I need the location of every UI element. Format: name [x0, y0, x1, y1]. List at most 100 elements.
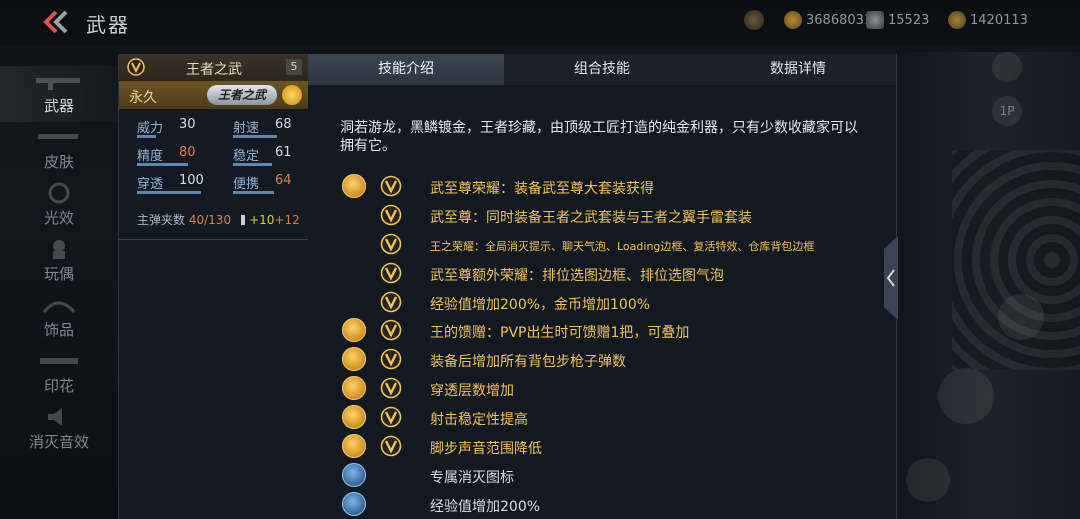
weapon-card-header: 王者之武 5 — [119, 54, 308, 81]
weapon-level: 5 — [286, 59, 302, 75]
nav-item-label: 皮肤 — [43, 153, 74, 171]
vip-v-icon — [380, 348, 402, 370]
skill-row: 装备后增加所有背包步枪子弹数 — [308, 347, 896, 373]
ammo-label: 主弹夹数 — [137, 213, 186, 227]
fire-button[interactable] — [938, 368, 994, 424]
skill-text: 专属消灭图标 — [430, 470, 514, 486]
detail-panel: 技能介绍 组合技能 数据详情 洞若游龙，黑鳞镀金，王者珍藏，由顶级工匠打造的纯金… — [308, 54, 897, 519]
weapon-ownership: 永久 王者之武 — [119, 81, 308, 109]
collapse-panel-handle[interactable] — [884, 236, 898, 320]
nav-item-label: 印花 — [43, 377, 74, 395]
dpad-icon[interactable] — [992, 52, 1022, 82]
skill-text: 脚步声音范围降低 — [430, 441, 542, 457]
stat-label: 精度 — [137, 149, 164, 164]
reload-button[interactable] — [906, 458, 950, 502]
nav-item-doll[interactable]: 玩偶 — [0, 234, 118, 290]
nav-item-decal[interactable]: 印花 — [0, 346, 118, 402]
skill-text: 射击稳定性提高 — [430, 412, 528, 428]
vip-v-icon — [380, 435, 402, 457]
stat-5: 便携 64 — [233, 173, 292, 194]
stat-value: 64 — [275, 173, 292, 188]
stat-bar — [233, 163, 272, 166]
weapon-description: 洞若游龙，黑鳞镀金，王者珍藏，由顶级工匠打造的纯金利器，只有少数收藏家可以拥有它… — [340, 120, 858, 154]
currency-gold-value: 36868031 — [806, 12, 873, 28]
nav-item-ornament[interactable]: 饰品 — [0, 290, 118, 346]
hud-orb-icon — [744, 10, 764, 30]
decal-icon — [40, 358, 78, 364]
nav-item-weapon[interactable]: 武器 — [0, 66, 118, 122]
vip-v-icon — [380, 175, 402, 197]
skill-row: 王的馈赠：PVP出生时可馈赠1把，可叠加 — [308, 318, 896, 344]
rank-wings-icon — [866, 11, 884, 29]
currency-gold: 36868031 — [784, 11, 872, 29]
currency-rank: 15523 — [866, 11, 929, 29]
footstep-icon — [342, 434, 366, 458]
chevron-left-icon — [886, 269, 895, 287]
skill-row: 王之荣耀：全局消灭提示、聊天气泡、Loading边框、复活特效、仓库背包边框 — [308, 232, 896, 258]
weapon-stats: 威力 30 射速 68 精度 80 稳定 61 穿透 100 便携 64 主弹夹数 40/130 +10+… — [119, 109, 308, 240]
stat-value: 80 — [179, 145, 196, 160]
skill-text: 经验值增加200%，金币增加100% — [430, 297, 651, 313]
page-title: 武器 — [86, 13, 130, 37]
ornament-icon — [42, 301, 76, 313]
skill-text: 武至尊：同时装备王者之武套装与王者之翼手雷套装 — [430, 210, 752, 226]
skill-row: 经验值增加200%，金币增加100% — [308, 290, 896, 316]
gold-coin-icon — [784, 11, 802, 29]
skill-text: 王之荣耀：全局消灭提示、聊天气泡、Loading边框、复活特效、仓库背包边框 — [430, 240, 815, 253]
stat-2: 精度 80 — [137, 145, 196, 166]
vip-v-icon — [127, 58, 145, 76]
tab-skill-intro[interactable]: 技能介绍 — [308, 54, 504, 85]
currency-medal-value: 1420113 — [970, 12, 1028, 28]
nav-item-skin[interactable]: 皮肤 — [0, 122, 118, 178]
tab-combo-skill[interactable]: 组合技能 — [504, 54, 700, 85]
skill-text: 武至尊额外荣耀：排位选图边框、排位选图气泡 — [430, 268, 724, 284]
exp-icon — [342, 492, 366, 516]
stability-icon — [342, 405, 366, 429]
stat-label: 穿透 — [137, 177, 164, 192]
category-nav: 武器 皮肤 光效 玩偶 饰品 印花 消灭音效 — [0, 52, 118, 519]
stat-bar — [137, 163, 188, 166]
skill-text: 王的馈赠：PVP出生时可馈赠1把，可叠加 — [430, 325, 690, 341]
detail-tabs: 技能介绍 组合技能 数据详情 — [308, 54, 896, 85]
skill-row: 穿透层数增加 — [308, 376, 896, 402]
medal-icon — [948, 11, 966, 29]
tab-data-details[interactable]: 数据详情 — [700, 54, 896, 85]
jump-button[interactable] — [998, 294, 1044, 340]
vip-v-icon — [380, 377, 402, 399]
stat-bar — [233, 135, 277, 138]
stat-value: 61 — [275, 145, 292, 160]
currency-rank-value: 15523 — [888, 12, 930, 28]
ownership-duration: 永久 — [129, 90, 157, 106]
weapon-card: 王者之武 5 永久 王者之武 威力 30 射速 68 精度 80 稳定 61 穿透 100 便携 64… — [118, 54, 308, 519]
light-effect-icon — [48, 182, 70, 204]
skill-row: 武至尊：同时装备王者之武套装与王者之翼手雷套装 — [308, 203, 896, 229]
ammo-bonus-1: +10 — [249, 213, 275, 227]
stat-label: 射速 — [233, 121, 260, 136]
stat-value: 68 — [275, 117, 292, 132]
nav-item-kill-sound[interactable]: 消灭音效 — [0, 402, 118, 458]
stat-bar — [233, 191, 274, 194]
currency-medal: 1420113 — [948, 11, 1028, 29]
kill-sound-icon — [48, 408, 62, 426]
skill-row: 射击稳定性提高 — [308, 405, 896, 431]
ammo-bonus-2: +12 — [274, 213, 300, 227]
stat-1: 射速 68 — [233, 117, 292, 138]
penetration-icon — [342, 376, 366, 400]
stat-value: 100 — [179, 173, 204, 188]
skill-row: 武至尊荣耀：装备武至尊大套装获得 — [308, 174, 896, 200]
nav-item-label: 玩偶 — [43, 265, 74, 283]
nav-item-label: 武器 — [43, 97, 74, 115]
vip-v-icon — [380, 262, 402, 284]
stat-value: 30 — [179, 117, 196, 132]
back-arrow-icon[interactable] — [40, 8, 72, 36]
vip-v-icon — [380, 291, 402, 313]
stat-4: 穿透 100 — [137, 173, 204, 194]
skill-row: 专属消灭图标 — [308, 463, 896, 489]
stat-label: 便携 — [233, 177, 260, 192]
player-indicator[interactable]: 1P — [992, 96, 1022, 126]
ammo-count: 主弹夹数 40/130 +10+12 — [137, 211, 300, 228]
nav-item-label: 饰品 — [43, 321, 74, 339]
nav-item-label: 光效 — [43, 209, 74, 227]
nav-item-light-effect[interactable]: 光效 — [0, 178, 118, 234]
ammo-max: 130 — [208, 213, 232, 227]
